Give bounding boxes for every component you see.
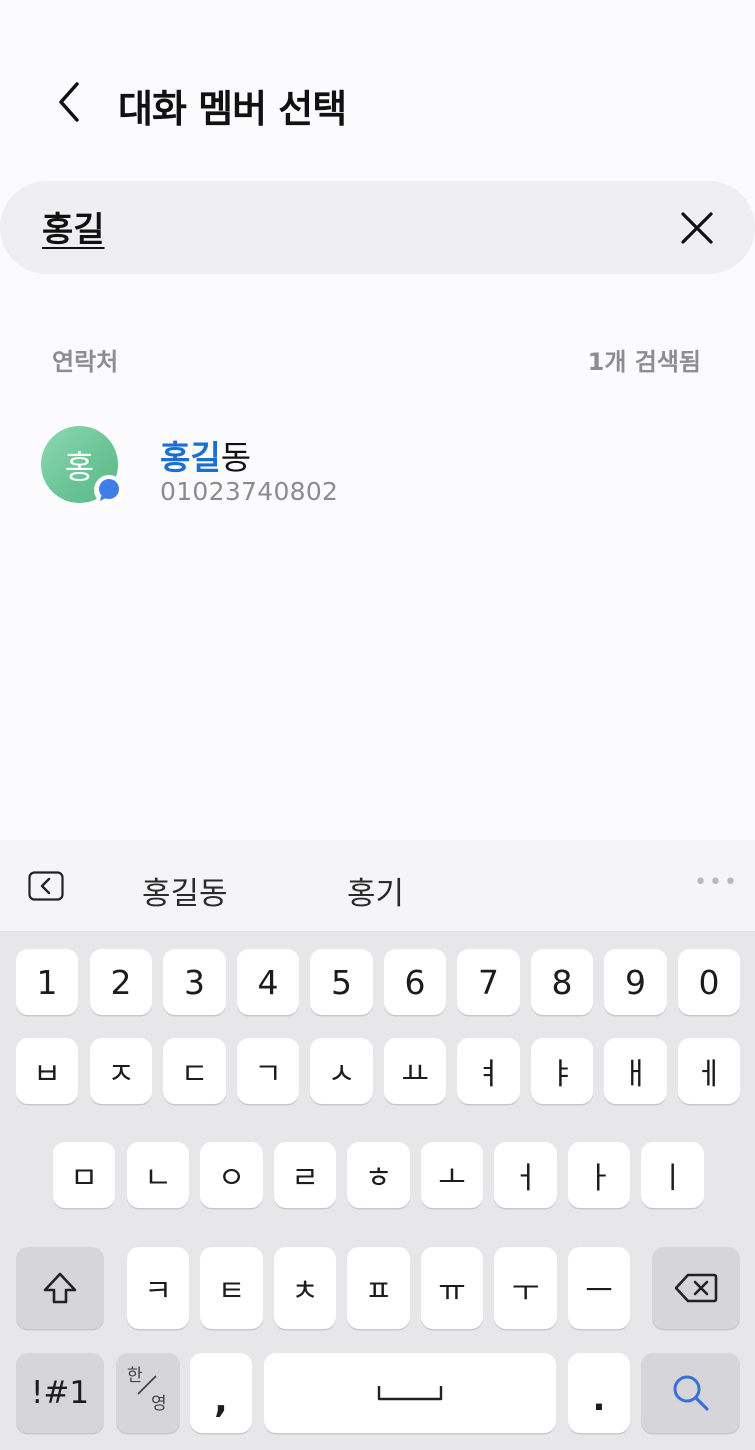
key-letter[interactable]: ㅑ xyxy=(531,1038,593,1104)
key-4[interactable]: 4 xyxy=(237,949,299,1015)
key-2[interactable]: 2 xyxy=(90,949,152,1015)
chevron-left-icon xyxy=(59,82,79,122)
contact-name-match: 홍길 xyxy=(160,438,221,477)
period-key[interactable]: . xyxy=(568,1353,630,1433)
key-5[interactable]: 5 xyxy=(310,949,373,1015)
key-letter[interactable]: ㅓ xyxy=(494,1142,557,1208)
contact-phone: 01023740802 xyxy=(160,477,339,506)
key-letter[interactable]: ㅔ xyxy=(678,1038,740,1104)
key-letter[interactable]: ㅍ xyxy=(347,1247,410,1329)
search-key[interactable] xyxy=(641,1353,740,1433)
key-3[interactable]: 3 xyxy=(163,949,226,1015)
page-title: 대화 멤버 선택 xyxy=(118,87,347,131)
back-button[interactable] xyxy=(40,72,96,132)
key-letter[interactable]: ㅠ xyxy=(421,1247,483,1329)
key-letter[interactable]: ㅜ xyxy=(494,1247,557,1329)
key-letter[interactable]: ㅁ xyxy=(53,1142,115,1208)
contact-list-item[interactable]: 홍 홍길동 01023740802 xyxy=(0,405,755,520)
key-letter[interactable]: ㅛ xyxy=(384,1038,446,1104)
key-letter[interactable]: ㅌ xyxy=(200,1247,263,1329)
space-key[interactable] xyxy=(264,1353,556,1433)
backspace-key[interactable] xyxy=(652,1247,740,1329)
key-0[interactable]: 0 xyxy=(678,949,740,1015)
key-letter[interactable]: ㄷ xyxy=(163,1038,226,1104)
clear-search-button[interactable] xyxy=(672,203,722,253)
key-letter[interactable]: ㅈ xyxy=(90,1038,152,1104)
key-letter[interactable]: ㄹ xyxy=(274,1142,336,1208)
symbols-key[interactable]: !#1 xyxy=(16,1353,104,1433)
search-input[interactable]: 홍길 xyxy=(42,202,105,251)
shift-arrow-icon xyxy=(43,1272,77,1304)
key-letter[interactable]: ㅐ xyxy=(604,1038,667,1104)
key-9[interactable]: 9 xyxy=(604,949,667,1015)
collapse-toolbar-button[interactable] xyxy=(27,870,65,902)
chat-bubble-icon xyxy=(99,479,119,501)
section-label-contacts: 연락처 xyxy=(52,348,119,376)
key-letter[interactable]: ㅏ xyxy=(568,1142,630,1208)
key-letter[interactable]: ㅡ xyxy=(568,1247,630,1329)
key-letter[interactable]: ㅂ xyxy=(16,1038,78,1104)
key-letter[interactable]: ㅗ xyxy=(421,1142,483,1208)
key-6[interactable]: 6 xyxy=(384,949,446,1015)
suggestion-word[interactable]: 홍기 xyxy=(347,868,404,913)
more-options-button[interactable]: ••• xyxy=(694,870,739,895)
chat-badge xyxy=(94,475,124,505)
search-bar[interactable] xyxy=(0,181,755,274)
keyboard: 홍길동 홍기 ••• 1 2 3 4 5 6 7 8 9 0 ㅂ ㅈ ㄷ ㄱ ㅅ… xyxy=(0,840,755,1450)
key-letter[interactable]: ㅕ xyxy=(457,1038,520,1104)
shift-key[interactable] xyxy=(16,1247,104,1329)
key-letter[interactable]: ㅎ xyxy=(347,1142,410,1208)
language-label-english: 영 xyxy=(151,1394,167,1414)
search-icon xyxy=(673,1375,709,1411)
key-letter[interactable]: ㄱ xyxy=(237,1038,299,1104)
suggestion-word[interactable]: 홍길동 xyxy=(142,868,228,913)
key-letter[interactable]: ㅅ xyxy=(310,1038,373,1104)
language-switch-key[interactable]: 한 영 xyxy=(116,1353,180,1433)
backspace-icon xyxy=(674,1273,718,1303)
contact-name-rest: 동 xyxy=(220,438,252,477)
contact-name: 홍길동 xyxy=(160,431,251,479)
result-count: 1개 검색됨 xyxy=(587,348,701,376)
key-1[interactable]: 1 xyxy=(16,949,78,1015)
key-letter[interactable]: ㅇ xyxy=(200,1142,263,1208)
close-icon xyxy=(681,212,713,244)
key-letter[interactable]: ㄴ xyxy=(127,1142,189,1208)
avatar-initial: 홍 xyxy=(64,447,95,486)
key-8[interactable]: 8 xyxy=(531,949,593,1015)
comma-key[interactable]: , xyxy=(190,1353,252,1433)
chevron-left-box-icon xyxy=(28,871,64,901)
key-letter[interactable]: ㅣ xyxy=(641,1142,704,1208)
key-7[interactable]: 7 xyxy=(457,949,520,1015)
suggestion-bar: 홍길동 홍기 ••• xyxy=(0,840,755,932)
key-letter[interactable]: ㅋ xyxy=(127,1247,189,1329)
space-bar-icon xyxy=(377,1386,443,1401)
key-letter[interactable]: ㅊ xyxy=(274,1247,336,1329)
